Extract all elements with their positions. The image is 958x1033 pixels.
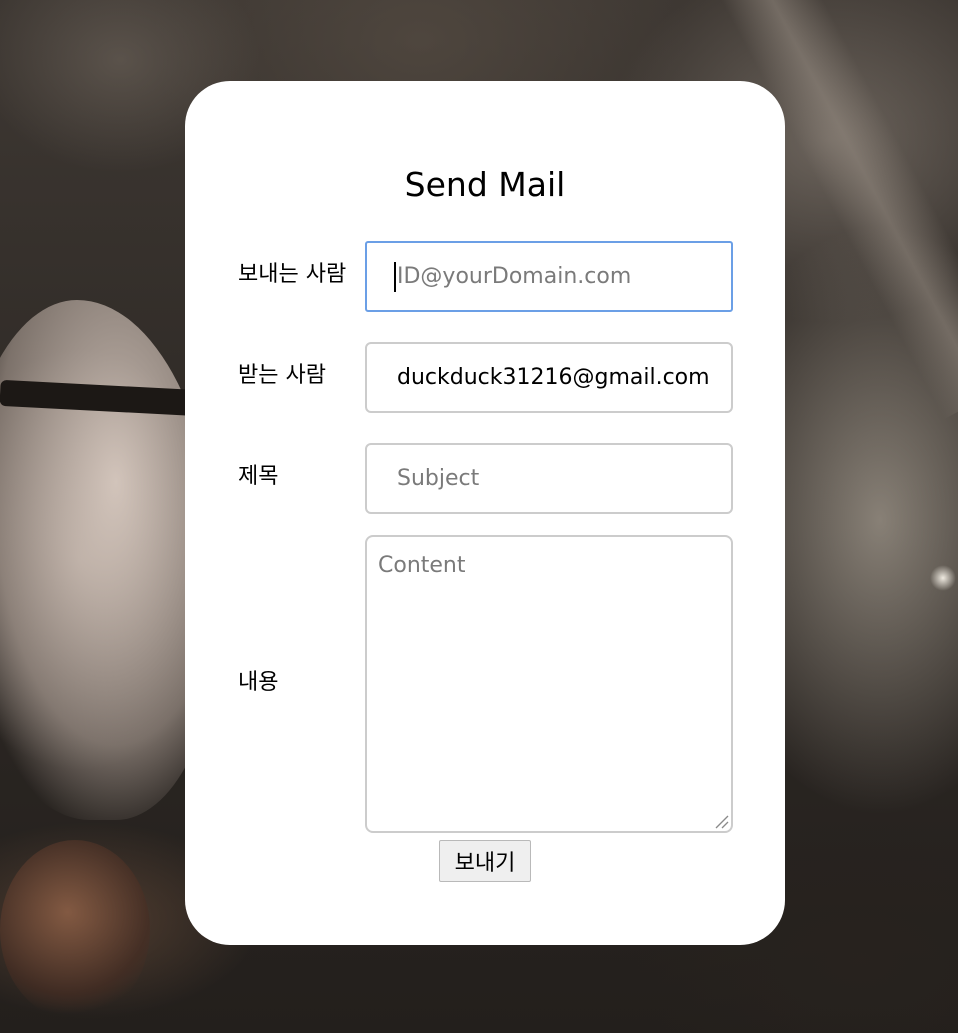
text-caret (394, 262, 396, 292)
subject-input[interactable] (365, 443, 733, 514)
background-scroll-blur (0, 840, 150, 1020)
send-button[interactable]: 보내기 (439, 840, 531, 882)
subject-label: 제목 (238, 464, 279, 489)
page-title: Send Mail (404, 165, 566, 204)
content-label: 내용 (238, 670, 279, 695)
background-light-spot (930, 565, 956, 591)
from-input[interactable] (365, 241, 733, 312)
to-input[interactable] (365, 342, 733, 413)
from-label: 보내는 사람 (238, 262, 347, 287)
resize-grip-icon[interactable] (713, 813, 729, 829)
to-label: 받는 사람 (238, 363, 326, 388)
content-textarea[interactable] (365, 535, 733, 833)
